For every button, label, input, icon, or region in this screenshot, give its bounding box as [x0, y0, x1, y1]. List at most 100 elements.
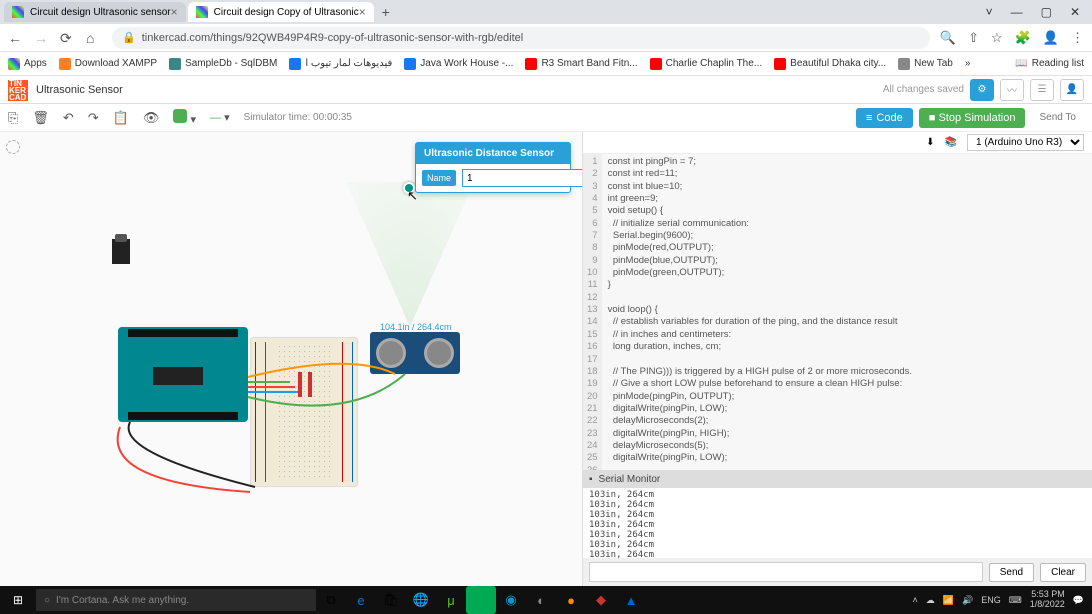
reading-list-button[interactable]: 📖Reading list: [1015, 58, 1084, 69]
name-field-input[interactable]: [462, 169, 582, 187]
user-avatar[interactable]: 👤: [1060, 79, 1084, 101]
youtube-icon: [774, 58, 786, 70]
ultrasonic-sensor-component[interactable]: [370, 332, 460, 374]
apps-button[interactable]: Apps: [8, 58, 47, 70]
library-icon[interactable]: 📚: [945, 137, 957, 148]
bookmark-label: New Tab: [914, 58, 953, 69]
youtube-icon: [650, 58, 662, 70]
close-icon[interactable]: ×: [359, 5, 366, 19]
code-button[interactable]: ≡Code: [856, 108, 913, 128]
list-mode-button[interactable]: ☰: [1030, 79, 1054, 101]
tab-2[interactable]: Circuit design Copy of Ultrasonic ×: [188, 2, 374, 22]
app-icon[interactable]: ◐: [526, 586, 556, 614]
wire-color-picker[interactable]: ▾: [173, 109, 196, 126]
clock[interactable]: 5:53 PM 1/8/2022: [1030, 590, 1065, 610]
bookmark-label: Beautiful Dhaka city...: [790, 58, 886, 69]
bookmark-item[interactable]: Java Work House -...: [404, 58, 513, 70]
code-content[interactable]: const int pingPin = 7; const int red=11;…: [602, 154, 1092, 470]
simulator-time: Simulator time: 00:00:35: [244, 112, 352, 123]
edge-app-icon[interactable]: e: [346, 586, 376, 614]
copy-icon[interactable]: ⎘: [8, 110, 18, 126]
minimize-button[interactable]: —: [1011, 5, 1023, 19]
serial-monitor-header[interactable]: ▪ Serial Monitor: [583, 470, 1092, 488]
circuits-mode-button[interactable]: ⚙: [970, 79, 994, 101]
tab-1[interactable]: Circuit design Ultrasonic sensor ×: [4, 2, 186, 22]
onedrive-icon[interactable]: ☁: [926, 595, 935, 606]
close-icon[interactable]: ×: [171, 5, 178, 19]
wifi-icon[interactable]: 📶: [943, 595, 954, 606]
serial-clear-button[interactable]: Clear: [1040, 563, 1086, 582]
app-icon[interactable]: [466, 586, 496, 614]
language-indicator[interactable]: ENG: [981, 595, 1001, 605]
bookmark-item[interactable]: Download XAMPP: [59, 58, 157, 70]
extension-icon[interactable]: 🧩: [1015, 30, 1031, 46]
bookmark-item[interactable]: SampleDb - SqlDBM: [169, 58, 277, 70]
redo-button[interactable]: ↷: [88, 110, 99, 126]
component-inspector: Ultrasonic Distance Sensor Name: [415, 142, 571, 193]
forward-button[interactable]: →: [34, 30, 50, 46]
visibility-icon[interactable]: 👁: [143, 110, 160, 126]
notification-icon[interactable]: 💬: [1073, 595, 1084, 606]
tray-expand-icon[interactable]: ˄: [913, 595, 918, 605]
sensor-receiver-icon: [424, 338, 454, 368]
stop-icon: ■: [929, 112, 936, 124]
volume-icon[interactable]: 🔊: [962, 595, 973, 606]
cortana-search[interactable]: ○ I'm Cortana. Ask me anything.: [36, 589, 316, 611]
code-editor[interactable]: 1 2 3 4 5 6 7 8 9 10 11 12 13 14 15 16 1…: [583, 154, 1092, 470]
project-name[interactable]: Ultrasonic Sensor: [36, 84, 123, 96]
task-view-button[interactable]: ⧉: [316, 586, 346, 614]
notes-icon[interactable]: 📋: [113, 110, 129, 126]
app-icon[interactable]: ●: [556, 586, 586, 614]
usb-port-icon: [112, 239, 130, 264]
bookmark-item[interactable]: فيديوهات لمار تيوب ا: [289, 58, 392, 70]
app-icon[interactable]: ▲: [616, 586, 646, 614]
store-app-icon[interactable]: 🛍: [376, 586, 406, 614]
share-icon[interactable]: ⇧: [968, 30, 979, 46]
chevron-down-icon[interactable]: ˅: [986, 5, 993, 19]
schematic-mode-button[interactable]: 〰: [1000, 79, 1024, 101]
delete-icon[interactable]: 🗑: [32, 110, 49, 126]
menu-icon[interactable]: ⋮: [1071, 30, 1084, 46]
power-rail: [265, 342, 273, 482]
keyboard-icon[interactable]: ⌨: [1009, 595, 1022, 606]
bookmark-item[interactable]: R3 Smart Band Fitn...: [525, 58, 637, 70]
bookmark-item[interactable]: Charlie Chaplin The...: [650, 58, 763, 70]
utorrent-app-icon[interactable]: μ: [436, 586, 466, 614]
tab-favicon-icon: [196, 6, 208, 18]
home-button[interactable]: ⌂: [86, 30, 102, 46]
app-icon[interactable]: ◆: [586, 586, 616, 614]
tinkercad-logo-icon[interactable]: TINKERCAD: [8, 80, 28, 100]
bookmark-item[interactable]: Beautiful Dhaka city...: [774, 58, 886, 70]
download-icon[interactable]: ⬇: [926, 137, 934, 148]
stop-simulation-button[interactable]: ■ Stop Simulation: [919, 108, 1026, 128]
app-icon[interactable]: ◉: [496, 586, 526, 614]
address-bar[interactable]: 🔒 tinkercad.com/things/92QWB49P4R9-copy-…: [112, 27, 930, 49]
close-button[interactable]: ✕: [1070, 5, 1080, 19]
circuit-canvas[interactable]: Ultrasonic Distance Sensor Name ↖ 104.1i…: [0, 132, 582, 586]
zoom-icon[interactable]: 🔍: [940, 30, 956, 46]
star-icon[interactable]: ☆: [991, 30, 1003, 46]
wire-style-picker[interactable]: — ▾: [210, 111, 230, 124]
bookmark-item[interactable]: New Tab: [898, 58, 953, 70]
facebook-icon: [289, 58, 301, 70]
serial-send-button[interactable]: Send: [989, 563, 1034, 582]
undo-button[interactable]: ↶: [63, 110, 74, 126]
overflow-button[interactable]: »: [965, 58, 971, 69]
new-tab-button[interactable]: +: [376, 2, 396, 22]
reload-button[interactable]: ⟳: [60, 30, 76, 46]
back-button[interactable]: ←: [8, 30, 24, 46]
serial-input[interactable]: [589, 562, 983, 582]
distance-readout: 104.1in / 264.4cm: [380, 322, 452, 332]
breadboard-holes: [277, 344, 331, 480]
clock-date: 1/8/2022: [1030, 600, 1065, 610]
maximize-button[interactable]: ▢: [1041, 5, 1052, 19]
send-to-button[interactable]: Send To: [1031, 108, 1084, 128]
breadboard-component[interactable]: [250, 337, 358, 487]
chrome-app-icon[interactable]: 🌐: [406, 586, 436, 614]
bookmark-label: SampleDb - SqlDBM: [185, 58, 277, 69]
start-button[interactable]: ⊞: [0, 586, 36, 614]
arduino-uno-component[interactable]: [118, 327, 248, 422]
tab-title: Circuit design Copy of Ultrasonic: [214, 7, 359, 18]
board-select[interactable]: 1 (Arduino Uno R3): [967, 134, 1084, 151]
avatar-icon[interactable]: 👤: [1043, 30, 1059, 46]
